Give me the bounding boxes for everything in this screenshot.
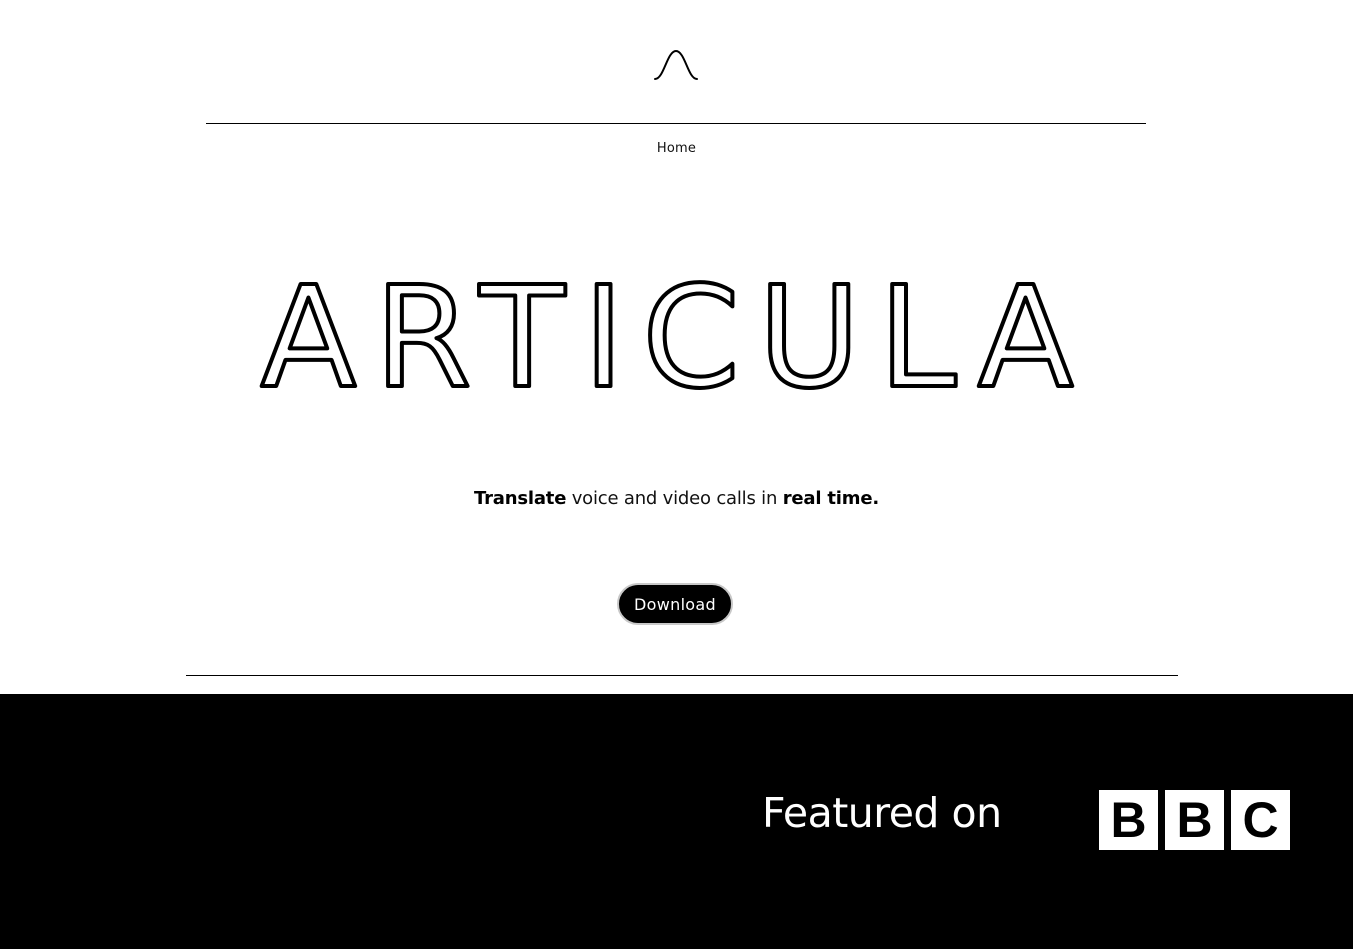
page: Home ARTICULA Translate voice and video … (0, 0, 1353, 949)
content-divider (186, 675, 1178, 676)
download-button[interactable]: Download (617, 583, 733, 625)
hero-title: ARTICULA (0, 270, 1353, 410)
tagline: Translate voice and video calls in real … (0, 488, 1353, 509)
hero-title-svg: ARTICULA (259, 270, 1092, 410)
bell-curve-icon[interactable] (654, 48, 698, 82)
main-nav: Home (0, 141, 1353, 156)
bbc-logo-letter: B (1165, 790, 1224, 850)
bell-curve-svg (654, 49, 698, 80)
hero-title-text: ARTICULA (261, 270, 1092, 410)
featured-on-text: Featured on (762, 789, 1002, 837)
download-button-label: Download (634, 594, 716, 614)
tagline-translate: Translate (474, 488, 567, 509)
nav-item-home[interactable]: Home (657, 141, 696, 156)
header-divider (206, 123, 1146, 124)
tagline-middle: voice and video calls in (566, 488, 783, 509)
tagline-real-time: real time. (782, 488, 879, 509)
featured-footer: Featured on B B C (0, 694, 1353, 949)
bbc-logo[interactable]: B B C (1099, 790, 1290, 850)
bbc-logo-letter: C (1231, 790, 1290, 850)
bbc-logo-letter: B (1099, 790, 1158, 850)
